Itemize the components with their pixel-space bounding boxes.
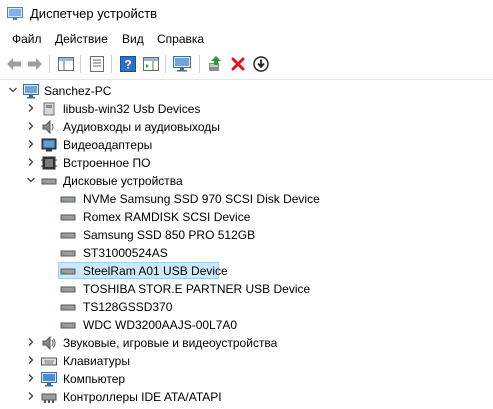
collapsed-chevron-icon[interactable]	[25, 102, 37, 114]
disk-drive-icon	[60, 196, 76, 203]
tree-category-ide-controllers[interactable]: Контроллеры IDE ATA/ATAPI	[0, 388, 493, 406]
window-title: Диспетчер устройств	[30, 6, 158, 21]
uninstall-device-button[interactable]	[228, 54, 248, 74]
ide-controller-icon	[41, 393, 57, 403]
display-adapter-icon	[41, 138, 57, 152]
tree-root[interactable]: Sanchez-PC	[0, 82, 493, 100]
firmware-icon	[41, 156, 57, 170]
disk-label: TOSHIBA STOR.E PARTNER USB Device	[83, 282, 311, 296]
category-label: Контроллеры IDE ATA/ATAPI	[63, 390, 222, 404]
disk-drive-icon	[41, 178, 57, 185]
category-label: Видеоадаптеры	[63, 138, 153, 152]
sound-icon	[42, 335, 56, 351]
collapsed-chevron-icon[interactable]	[25, 336, 37, 348]
download-circle-icon	[253, 56, 269, 72]
properties-icon	[90, 56, 104, 72]
properties-button[interactable]	[87, 54, 107, 74]
update-driver-button[interactable]	[205, 54, 225, 74]
tree-category-disk-drives[interactable]: Дисковые устройства	[0, 172, 493, 190]
computer-icon	[23, 84, 39, 99]
keyboard-icon	[41, 357, 57, 366]
disk-item[interactable]: Samsung SSD 850 PRO 512GB	[0, 226, 493, 244]
tree-root-label: Sanchez-PC	[44, 84, 112, 98]
disk-drive-icon	[60, 304, 76, 311]
monitor-scan-icon	[173, 56, 191, 72]
menu-view[interactable]: Вид	[122, 32, 144, 46]
collapsed-chevron-icon[interactable]	[25, 372, 37, 384]
scan-hardware-button[interactable]	[172, 54, 192, 74]
disk-drive-icon	[60, 286, 76, 293]
disk-label: Romex RAMDISK SCSI Device	[83, 210, 251, 224]
disk-label: ST31000524AS	[83, 246, 168, 260]
menu-bar: Файл Действие Вид Справка	[0, 29, 493, 51]
collapsed-chevron-icon[interactable]	[25, 390, 37, 402]
category-label: libusb-win32 Usb Devices	[63, 102, 201, 116]
menu-file[interactable]: Файл	[12, 32, 42, 46]
tree-category-firmware[interactable]: Встроенное ПО	[0, 154, 493, 172]
tree-category-video-adapters[interactable]: Видеоадаптеры	[0, 136, 493, 154]
disk-drive-icon	[60, 214, 76, 221]
help-icon: ?	[120, 56, 136, 72]
disk-item[interactable]: WDC WD3200AAJS-00L7A0	[0, 316, 493, 334]
disk-item[interactable]: NVMe Samsung SSD 970 SCSI Disk Device	[0, 190, 493, 208]
disk-item[interactable]: Romex RAMDISK SCSI Device	[0, 208, 493, 226]
disk-item-selected[interactable]: SteelRam A01 USB Device	[0, 262, 493, 280]
device-manager-icon	[7, 7, 23, 20]
disable-device-button[interactable]	[251, 54, 271, 74]
tree-category-audio-io[interactable]: Аудиовходы и аудиовыходы	[0, 118, 493, 136]
category-label: Звуковые, игровые и видеоустройства	[63, 336, 278, 350]
disk-item[interactable]: ST31000524AS	[0, 244, 493, 262]
disk-label: TS128GSSD370	[83, 300, 173, 314]
disk-label: NVMe Samsung SSD 970 SCSI Disk Device	[83, 192, 320, 206]
expanded-chevron-icon[interactable]	[25, 174, 37, 186]
back-button[interactable]	[4, 54, 24, 74]
disk-label: WDC WD3200AAJS-00L7A0	[83, 318, 238, 332]
tree-category-libusb[interactable]: libusb-win32 Usb Devices	[0, 100, 493, 118]
forward-arrow-icon	[28, 58, 42, 70]
disk-drive-icon	[60, 268, 76, 275]
tree-category-keyboards[interactable]: Клавиатуры	[0, 352, 493, 370]
red-x-icon	[231, 57, 245, 71]
help-button[interactable]: ?	[118, 54, 138, 74]
category-label: Аудиовходы и аудиовыходы	[63, 120, 220, 134]
disk-drive-icon	[60, 250, 76, 257]
svg-text:?: ?	[124, 58, 131, 72]
disk-item[interactable]: TOSHIBA STOR.E PARTNER USB Device	[0, 280, 493, 298]
device-tree: Sanchez-PC libusb-win32 Usb Devices Ауди…	[0, 80, 493, 409]
usb-icon	[43, 102, 55, 116]
tree-category-sound-game-video[interactable]: Звуковые, игровые и видеоустройства	[0, 334, 493, 352]
disk-label: SteelRam A01 USB Device	[83, 264, 228, 278]
action-pane-button[interactable]	[141, 54, 161, 74]
speaker-icon	[42, 119, 54, 135]
disk-drive-icon	[60, 322, 76, 329]
show-hide-console-tree-button[interactable]	[56, 54, 76, 74]
console-tree-icon	[58, 57, 74, 71]
back-arrow-icon	[7, 58, 21, 70]
collapsed-chevron-icon[interactable]	[25, 138, 37, 150]
tree-category-computer[interactable]: Компьютер	[0, 370, 493, 388]
category-label: Компьютер	[63, 372, 126, 386]
collapsed-chevron-icon[interactable]	[25, 354, 37, 366]
title-bar: Диспетчер устройств	[0, 0, 493, 28]
category-label: Дисковые устройства	[63, 174, 183, 188]
collapsed-chevron-icon[interactable]	[25, 120, 37, 132]
menu-action[interactable]: Действие	[55, 32, 108, 46]
update-driver-icon	[209, 56, 221, 71]
toolbar: ?	[0, 51, 493, 79]
category-label: Клавиатуры	[63, 354, 130, 368]
computer-icon	[41, 372, 57, 387]
forward-button[interactable]	[25, 54, 45, 74]
expanded-chevron-icon[interactable]	[7, 84, 19, 96]
disk-label: Samsung SSD 850 PRO 512GB	[83, 228, 256, 242]
action-pane-icon	[143, 57, 159, 71]
disk-item[interactable]: TS128GSSD370	[0, 298, 493, 316]
category-label: Встроенное ПО	[63, 156, 151, 170]
disk-drive-icon	[60, 232, 76, 239]
collapsed-chevron-icon[interactable]	[25, 156, 37, 168]
menu-help[interactable]: Справка	[157, 32, 204, 46]
